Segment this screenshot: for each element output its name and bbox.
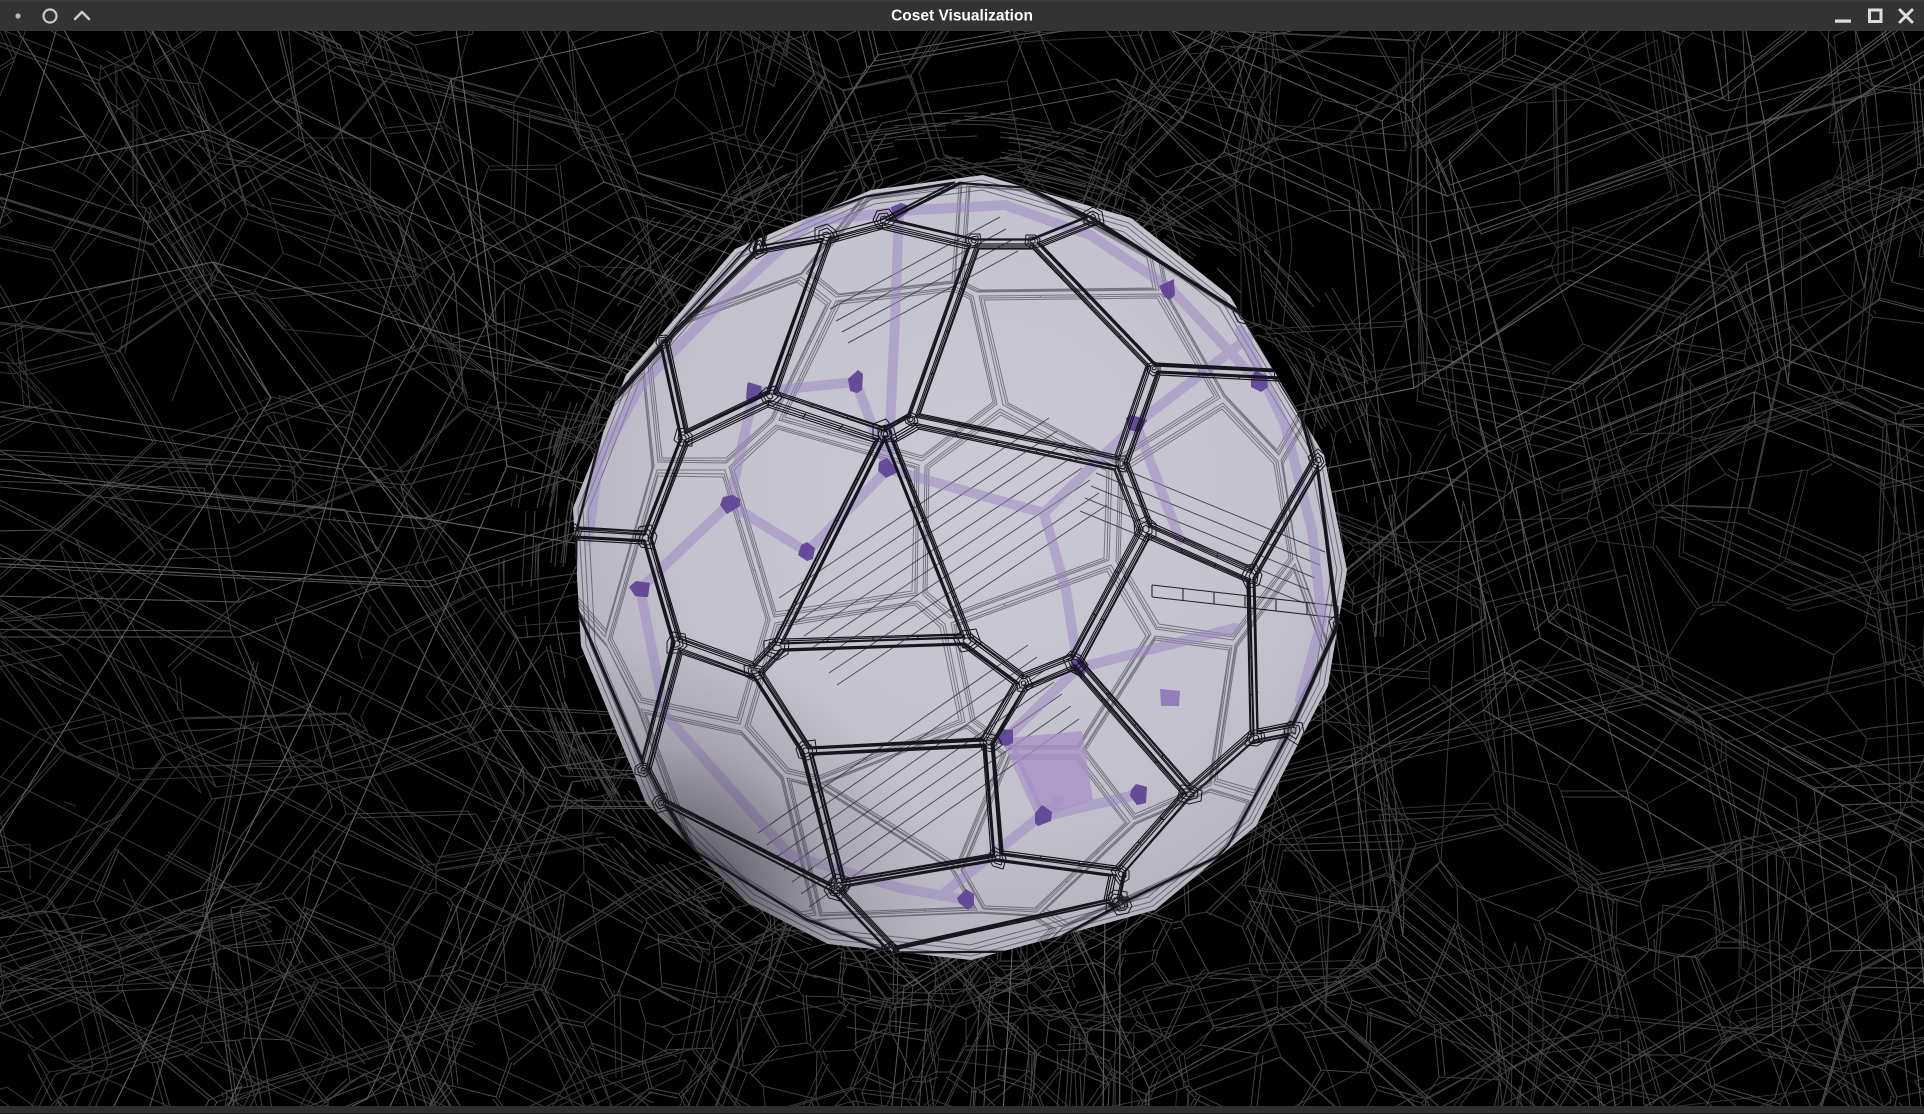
svg-text:Coset Visualization: Coset Visualization <box>891 8 1033 25</box>
